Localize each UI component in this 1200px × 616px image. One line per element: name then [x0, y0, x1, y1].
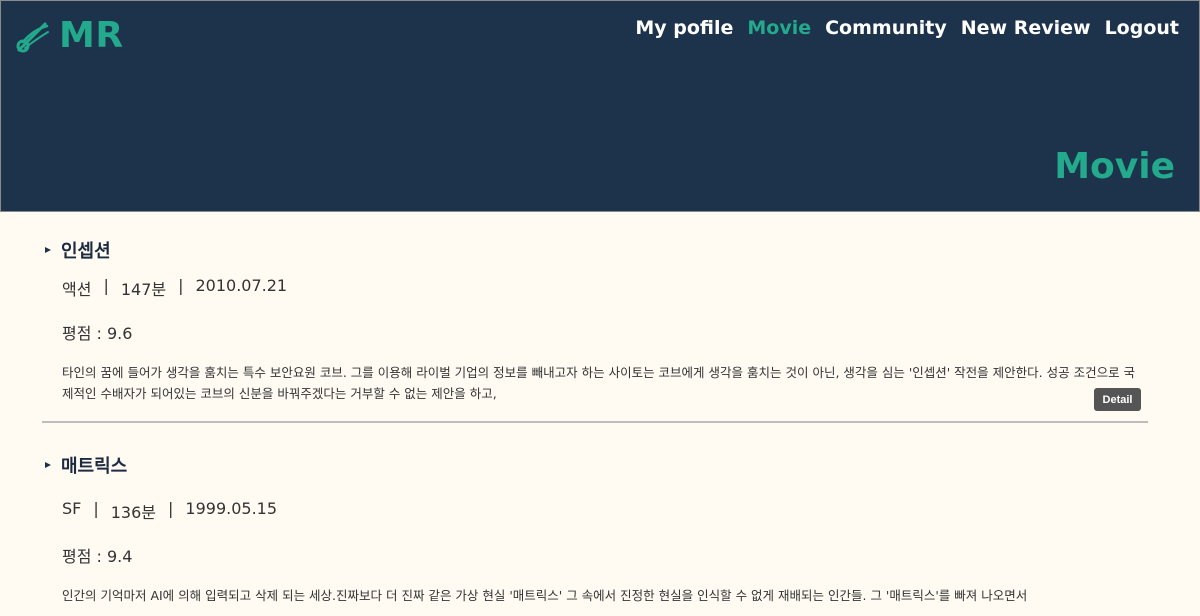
meta-separator: |	[178, 276, 184, 295]
movie-title[interactable]: 매트릭스	[61, 452, 127, 478]
movie-meta: SF | 136분 | 1999.05.15	[62, 499, 1148, 523]
detail-button[interactable]: Detail	[1094, 388, 1141, 411]
main-nav: My pofile Movie Community New Review Log…	[635, 17, 1179, 39]
page-title: Movie	[1054, 146, 1175, 187]
logo[interactable]: MR	[15, 15, 124, 56]
shooting-star-icon	[16, 22, 49, 52]
meta-separator: |	[93, 499, 99, 518]
movie-release-date: 1999.05.15	[185, 499, 278, 518]
movie-list: 인셉션 액션 | 147분 | 2010.07.21 평점 : 9.6 타인의 …	[42, 212, 1148, 616]
movie-description: 인간의 기억마저 AI에 의해 입력되고 삭제 되는 세상.진짜보다 더 진짜 …	[62, 588, 1028, 603]
site-header: MR My pofile Movie Community New Review …	[0, 0, 1200, 212]
triangle-bullet-icon	[45, 247, 51, 253]
meta-separator: |	[168, 499, 174, 518]
triangle-bullet-icon	[45, 462, 51, 468]
movie-meta: 액션 | 147분 | 2010.07.21	[62, 276, 1148, 300]
nav-logout[interactable]: Logout	[1105, 17, 1179, 39]
nav-movie[interactable]: Movie	[747, 17, 811, 39]
movie-rating: 평점 : 9.6	[62, 324, 133, 343]
movie-description: 타인의 꿈에 들어가 생각을 훔치는 특수 보안요원 코브. 그를 이용해 라이…	[62, 365, 1136, 401]
logo-text: MR	[59, 15, 124, 56]
movie-genre: 액션	[62, 280, 92, 299]
movie-item: 매트릭스 SF | 136분 | 1999.05.15 평점 : 9.4 인간의…	[42, 423, 1148, 616]
nav-new-review[interactable]: New Review	[961, 17, 1091, 39]
movie-title[interactable]: 인셉션	[61, 237, 111, 263]
movie-runtime: 147분	[120, 280, 167, 299]
nav-community[interactable]: Community	[825, 17, 947, 39]
movie-rating: 평점 : 9.4	[62, 547, 133, 566]
movie-release-date: 2010.07.21	[195, 276, 288, 295]
nav-my-profile[interactable]: My pofile	[635, 17, 733, 39]
meta-separator: |	[103, 276, 109, 295]
movie-genre: SF	[62, 499, 82, 518]
movie-item: 인셉션 액션 | 147분 | 2010.07.21 평점 : 9.6 타인의 …	[42, 212, 1148, 423]
movie-runtime: 136분	[110, 503, 157, 522]
